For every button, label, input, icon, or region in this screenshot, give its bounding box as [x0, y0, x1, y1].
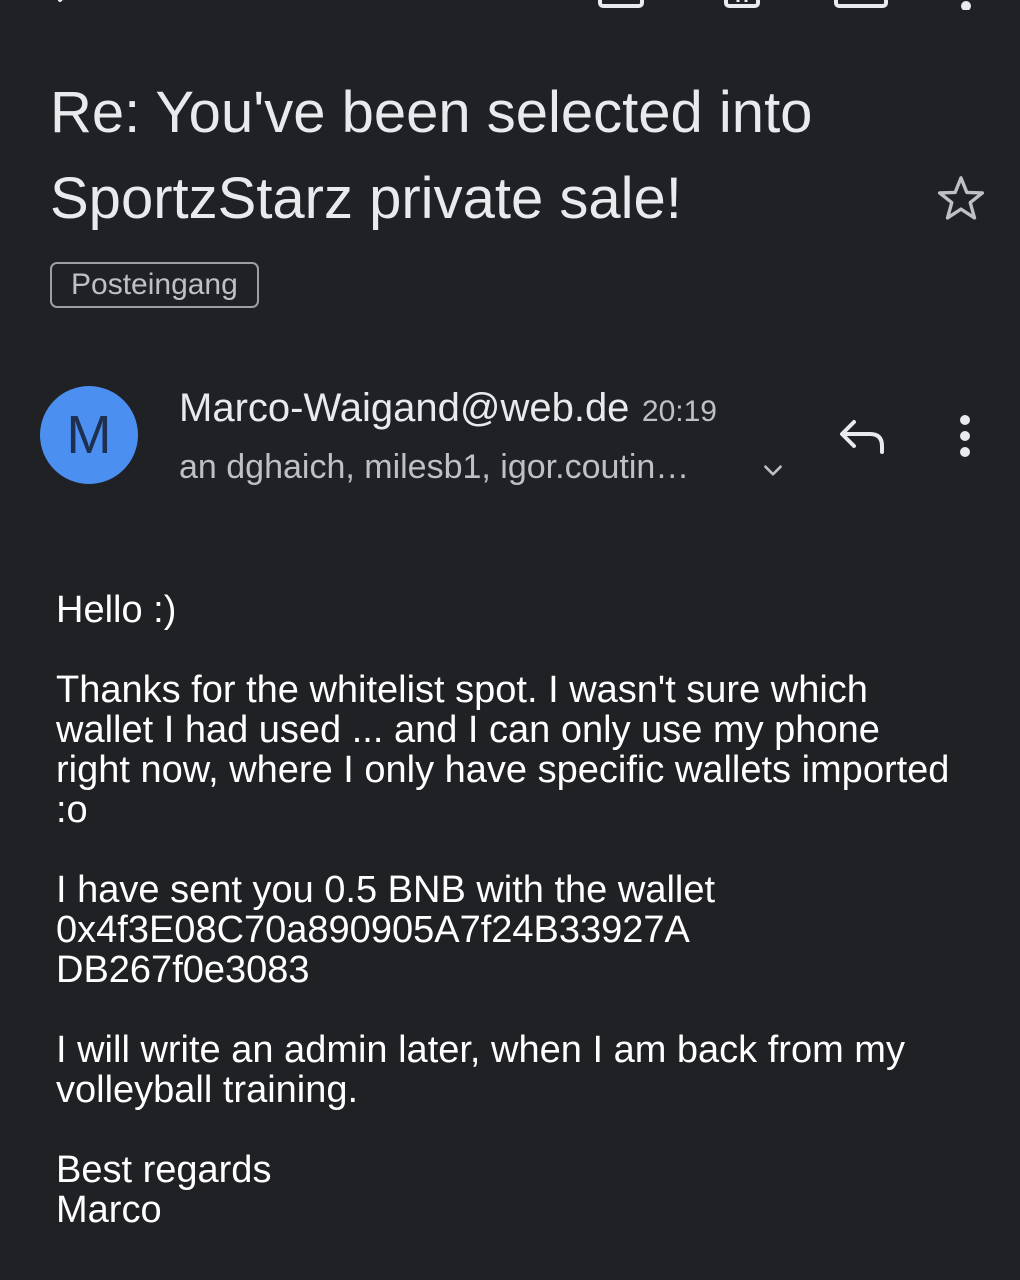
sender-address[interactable]: Marco-Waigand@web.de [179, 386, 629, 430]
top-toolbar [0, 0, 1020, 20]
star-outline-icon[interactable] [934, 172, 988, 226]
label-chip-inbox[interactable]: Posteingang [50, 262, 259, 308]
email-body: Hello :) Thanks for the whitelist spot. … [56, 590, 956, 1230]
mail-icon[interactable] [834, 0, 888, 10]
body-greeting: Hello :) [56, 589, 177, 631]
sender-line: Marco-Waigand@web.de 20:19 [179, 386, 717, 431]
recipients-summary[interactable]: an dghaich, milesb1, igor.coutin… [179, 448, 689, 487]
avatar[interactable]: M [40, 386, 138, 484]
trash-icon[interactable] [722, 0, 762, 10]
body-closing: Best regards Marco [56, 1150, 956, 1230]
arrow-back-icon[interactable] [44, 0, 84, 20]
body-paragraph-2: I have sent you 0.5 BNB with the wallet … [56, 870, 956, 990]
wallet-address-part-1[interactable]: 0x4f3E08C70a890905A7f24B33927A [56, 909, 690, 951]
body-paragraph-2-line-1: I have sent you 0.5 BNB with the wallet [56, 869, 716, 911]
reply-icon[interactable] [836, 414, 890, 460]
message-more-icon[interactable] [950, 412, 980, 460]
email-subject: Re: You've been selected into SportzStar… [50, 80, 813, 231]
more-vert-icon[interactable] [954, 0, 978, 10]
chevron-down-icon[interactable] [760, 458, 786, 484]
wallet-address-part-2[interactable]: DB267f0e3083 [56, 949, 310, 991]
closing-line: Best regards [56, 1149, 272, 1191]
archive-icon[interactable] [598, 0, 644, 10]
message-time: 20:19 [641, 395, 717, 428]
signature: Marco [56, 1189, 162, 1231]
body-paragraph-1: Thanks for the whitelist spot. I wasn't … [56, 669, 950, 831]
body-paragraph-3: I will write an admin later, when I am b… [56, 1029, 905, 1111]
